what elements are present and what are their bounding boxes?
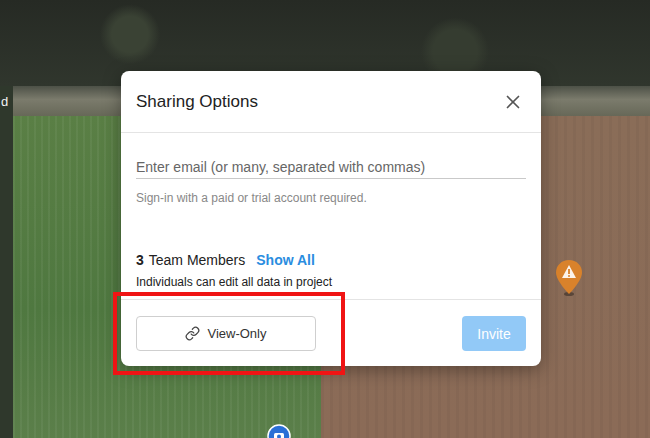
account-hint: Sign-in with a paid or trial account req… xyxy=(136,191,526,206)
team-label: Team Members xyxy=(149,252,245,269)
dialog-body: Sign-in with a paid or trial account req… xyxy=(121,133,541,299)
dialog-footer: View-Only Invite xyxy=(121,299,541,366)
highlight-frame xyxy=(113,292,345,375)
field-edge xyxy=(0,86,13,438)
warning-pin-icon[interactable] xyxy=(555,259,583,297)
permission-note: Individuals can edit all data in project xyxy=(136,275,526,290)
dialog-header: Sharing Options xyxy=(121,71,541,133)
show-all-link[interactable]: Show All xyxy=(256,252,315,269)
map-edge-label: d xyxy=(1,94,8,109)
invite-button[interactable]: Invite xyxy=(462,316,526,351)
close-button[interactable] xyxy=(500,89,526,115)
button-slot: View-Only xyxy=(136,316,316,351)
team-count: 3 xyxy=(136,252,144,269)
sharing-dialog: Sharing Options Sign-in with a paid or tr… xyxy=(121,71,541,366)
photo-pin-icon[interactable] xyxy=(267,424,291,438)
view-only-button[interactable]: View-Only xyxy=(136,316,316,351)
button-slot: Invite xyxy=(462,316,526,351)
close-icon[interactable] xyxy=(502,91,524,113)
dialog-title: Sharing Options xyxy=(136,92,258,112)
email-input[interactable] xyxy=(136,158,526,179)
map-canvas[interactable]: d Sharing Options Sign-in with a paid or t… xyxy=(0,0,650,438)
link-icon xyxy=(185,326,200,341)
team-row: 3 Team Members Show All xyxy=(136,252,526,269)
